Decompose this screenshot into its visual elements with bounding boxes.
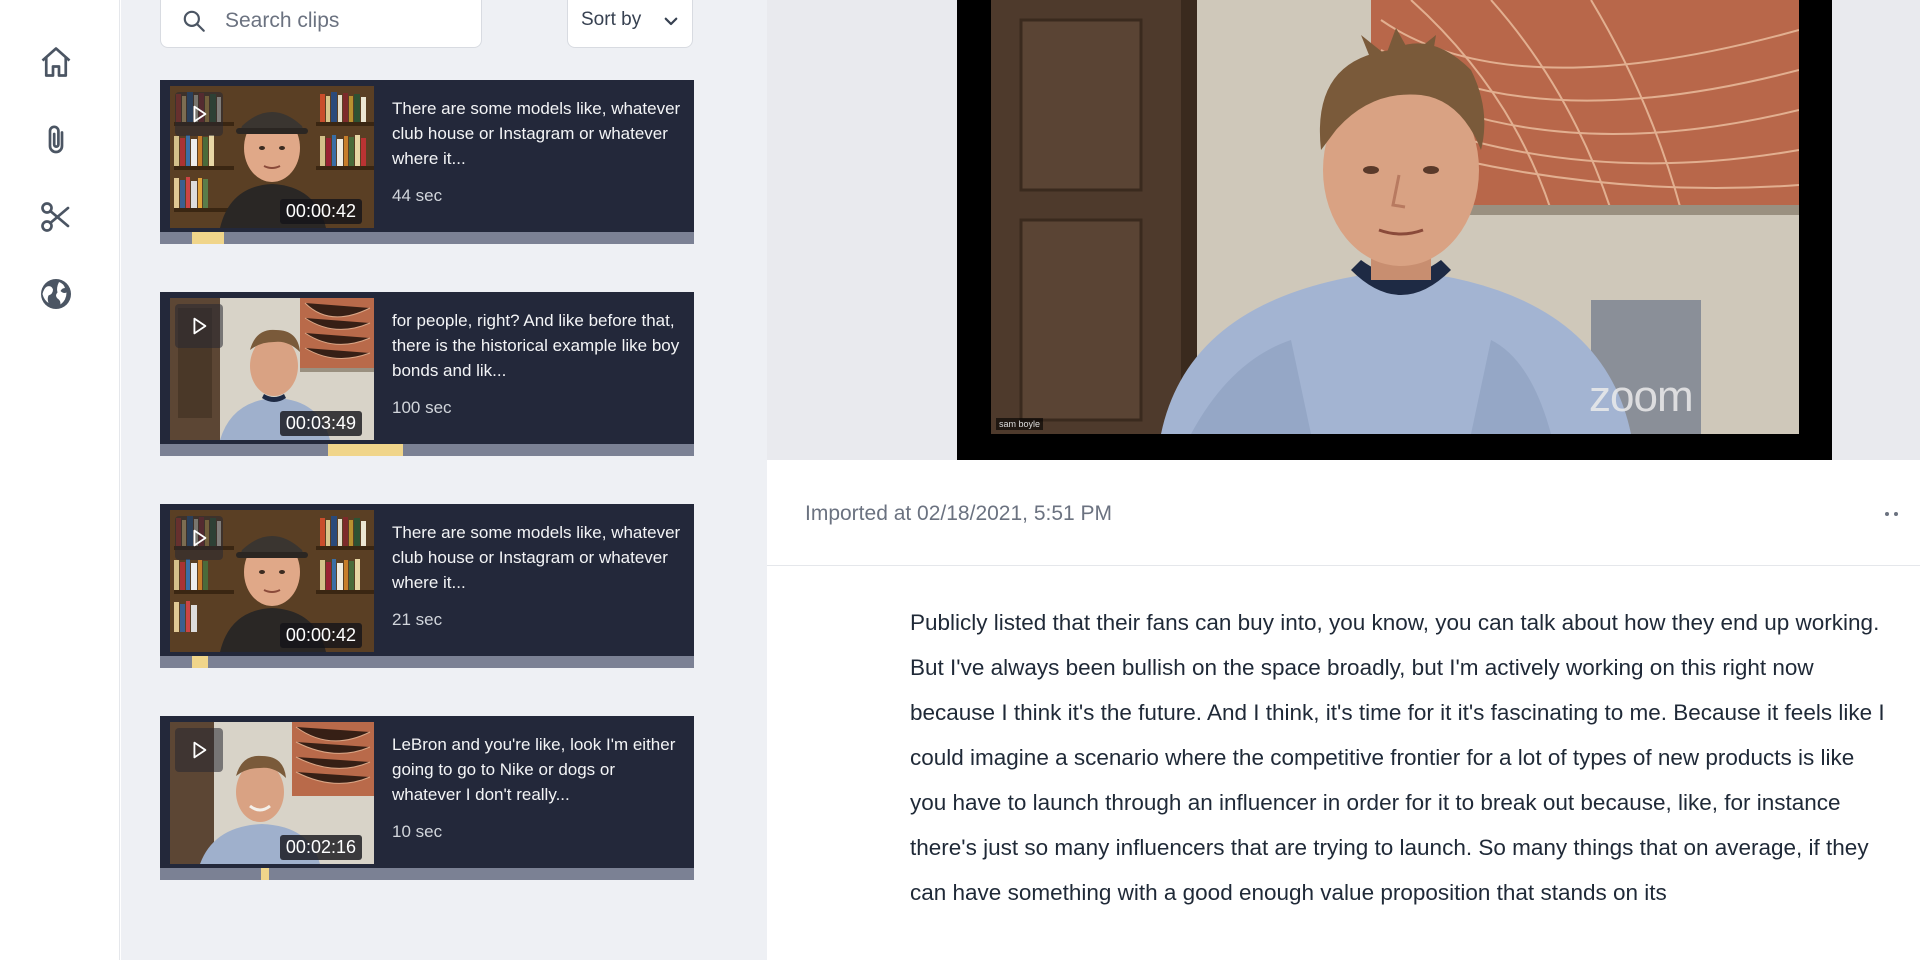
imported-timestamp: Imported at 02/18/2021, 5:51 PM (805, 502, 1113, 525)
video-area: sam boyle zoom (767, 0, 1920, 460)
clip-text: LeBron and you're like, look I'm either … (392, 735, 676, 804)
clip-progress-segment (328, 444, 403, 456)
clip-progress-segment (261, 868, 270, 880)
participant-name-tag: sam boyle (996, 418, 1044, 430)
scissors-icon (41, 202, 70, 232)
globe-icon (41, 279, 71, 309)
clip-thumbnail[interactable]: 00:00:42 (170, 86, 374, 228)
play-icon (193, 105, 207, 123)
nav-home-button[interactable] (32, 38, 80, 86)
clip-thumbnail[interactable]: 00:02:16 (170, 722, 374, 864)
search-input[interactable] (225, 3, 465, 39)
home-icon (41, 47, 71, 77)
transcript-text: Publicly listed that their fans can buy … (910, 610, 1885, 905)
play-button[interactable] (175, 304, 223, 348)
play-icon (193, 529, 207, 547)
search-icon (183, 10, 205, 32)
dot (1893, 512, 1898, 516)
recording-meta-bar: Imported at 02/18/2021, 5:51 PM (767, 460, 1920, 566)
play-button[interactable] (175, 516, 223, 560)
clip-timestamp: 00:00:42 (279, 199, 362, 224)
nav-clips-button[interactable] (32, 193, 80, 241)
clip-progress-bar[interactable] (160, 232, 694, 244)
video-player[interactable]: sam boyle zoom (957, 0, 1832, 460)
clip-text: There are some models like, whatever clu… (392, 523, 681, 592)
clip-text: There are some models like, whatever clu… (392, 99, 681, 168)
nav-globe-button[interactable] (32, 270, 80, 318)
chevron-down-icon (664, 17, 678, 26)
play-button[interactable] (175, 728, 223, 772)
clip-progress-segment (192, 232, 225, 244)
video-frame-image (991, 0, 1799, 434)
clip-progress-bar[interactable] (160, 444, 694, 456)
clip-length: 10 sec (392, 822, 443, 841)
nav-rail (0, 0, 120, 960)
clip-thumbnail[interactable]: 00:03:49 (170, 298, 374, 440)
nav-attachments-button[interactable] (32, 116, 80, 164)
clip-timestamp: 00:03:49 (279, 411, 362, 436)
clip-length: 21 sec (392, 610, 443, 629)
sort-label: Sort by (581, 9, 642, 30)
paperclip-icon (48, 125, 64, 154)
clips-panel: Sort by (121, 0, 767, 960)
play-button[interactable] (175, 92, 223, 136)
clip-thumbnail[interactable]: 00:00:42 (170, 510, 374, 652)
clip-progress-segment (192, 656, 209, 668)
clip-length: 44 sec (392, 186, 443, 205)
search-box[interactable] (160, 0, 482, 48)
clip-card[interactable]: 00:00:42 There are some models like, wha… (160, 504, 694, 668)
play-icon (193, 741, 207, 759)
more-options-button[interactable] (1876, 502, 1906, 526)
play-icon (193, 317, 207, 335)
clip-progress-bar[interactable] (160, 656, 694, 668)
clip-length: 100 sec (392, 398, 452, 417)
clip-card[interactable]: 00:03:49 for people, right? And like bef… (160, 292, 694, 456)
sort-button[interactable]: Sort by (567, 0, 693, 48)
clip-card[interactable]: 00:00:42 There are some models like, wha… (160, 80, 694, 244)
clip-text: for people, right? And like before that,… (392, 311, 680, 380)
zoom-watermark: zoom (1589, 372, 1694, 421)
clip-card[interactable]: 00:02:16 LeBron and you're like, look I'… (160, 716, 694, 880)
clip-timestamp: 00:00:42 (279, 623, 362, 648)
clip-timestamp: 00:02:16 (279, 835, 362, 860)
clip-progress-bar[interactable] (160, 868, 694, 880)
dot (1884, 512, 1889, 516)
